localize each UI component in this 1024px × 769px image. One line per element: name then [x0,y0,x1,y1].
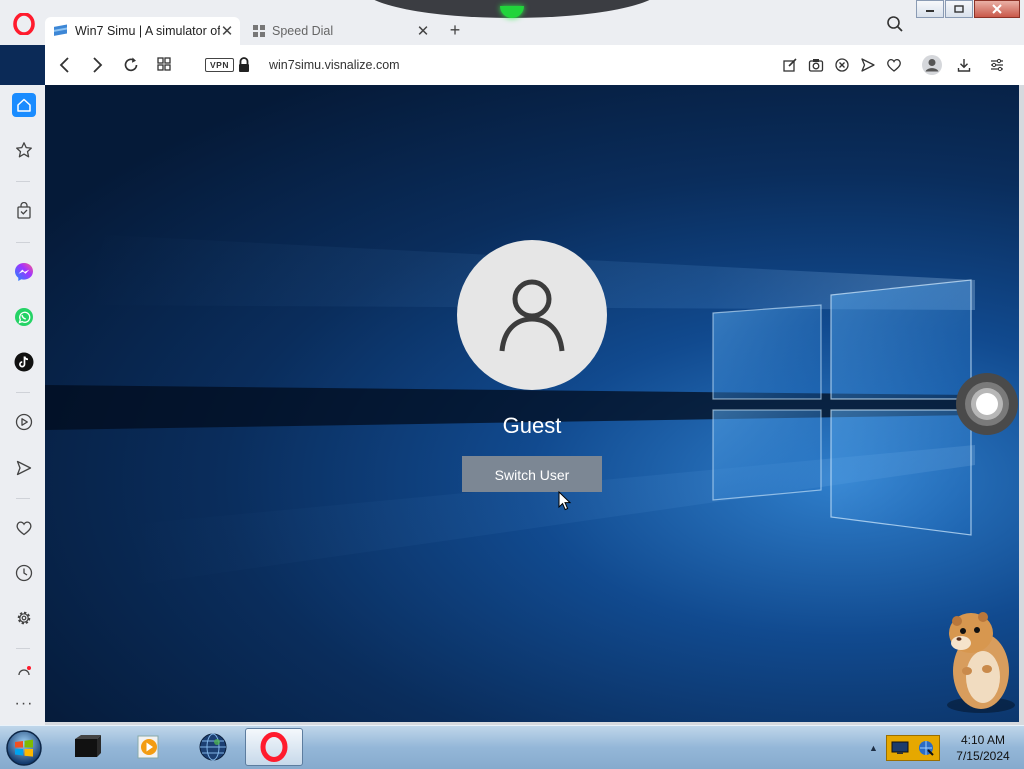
settings-icon [17,611,31,625]
opera-sidebar: ··· [0,85,45,725]
clock[interactable]: 4:10 AM 7/15/2024 [944,732,1022,764]
show-hidden-icons-button[interactable]: ▲ [869,743,878,753]
speed-dial-icon [253,25,265,37]
taskbar-app-media-player[interactable] [120,728,178,766]
close-tab-icon[interactable]: ✕ [220,22,234,40]
sidebar-more[interactable]: ··· [12,692,36,716]
restore-icon [954,5,964,13]
lock-screen: Guest Switch User [45,85,1019,722]
network-icon[interactable] [917,739,935,757]
snapshot-edit-icon[interactable] [782,57,798,73]
heart-icon [16,521,32,536]
home-icon [17,98,31,112]
vpn-badge[interactable]: VPN [205,58,234,72]
tab-overview-button[interactable] [156,56,172,72]
maximize-button[interactable] [945,0,973,18]
user-icon [499,279,565,352]
close-tab-icon[interactable]: ✕ [416,22,430,40]
start-button[interactable] [4,728,44,768]
send-icon [16,460,32,476]
windows-wallpaper [45,235,975,585]
lock-icon[interactable] [237,57,251,73]
download-icon[interactable] [956,57,972,73]
taskbar-app-opera[interactable] [245,728,303,766]
tab-title: Speed Dial [272,24,334,38]
reload-button[interactable] [122,56,140,74]
tab-bar: Win7 Simu | A simulator of ✕ Speed Dial … [0,0,1024,45]
history-icon [15,564,33,582]
window-controls [916,0,1021,18]
sidebar-settings[interactable] [12,606,36,630]
page-border [1019,85,1024,725]
camera-icon[interactable] [808,57,824,73]
sidebar-whatsapp[interactable] [12,305,36,329]
tab-speed-dial[interactable]: Speed Dial ✕ [246,17,436,45]
ad-blocker-icon[interactable] [834,57,850,73]
sidebar-extension[interactable] [12,665,36,675]
terminal-icon [75,735,101,757]
sidebar-bookmarks[interactable] [12,138,36,162]
shopping-icon [17,202,31,219]
url-field[interactable]: win7simu.visnalize.com [269,58,400,72]
extension-icon [18,666,31,675]
forward-button[interactable] [89,56,105,74]
sidebar-messenger[interactable] [12,260,36,284]
reload-icon [124,57,138,72]
user-avatar [457,240,607,390]
send-icon[interactable] [860,57,876,73]
close-icon [992,4,1002,14]
media-player-icon [137,735,159,759]
monitor-icon[interactable] [891,740,909,756]
search-tabs-icon[interactable] [886,15,904,33]
heart-icon[interactable] [886,57,902,73]
clock-time: 4:10 AM [960,733,1006,747]
chevron-right-icon [93,57,103,73]
back-button[interactable] [57,56,73,74]
user-name: Guest [502,413,562,438]
player-icon [15,413,33,431]
mouse-cursor-icon [558,491,572,511]
sidebar-shopping[interactable] [12,199,36,223]
chevron-left-icon [59,57,69,73]
taskbar: ▲ 4:10 AM 7/15/2024 [0,725,1024,769]
sidebar-player[interactable] [12,410,36,434]
switch-user-button[interactable]: Switch User [462,456,602,492]
win7simu-favicon [54,24,67,36]
profile-avatar-icon[interactable] [922,55,942,75]
windows-orb-icon [6,730,42,766]
sidebar-tiktok[interactable] [12,350,36,374]
sidebar-history[interactable] [12,561,36,585]
opera-menu-icon[interactable] [13,13,35,35]
taskbar-app-browser[interactable] [184,728,242,766]
sidebar-home[interactable] [12,93,36,117]
tiktok-icon [14,352,34,372]
address-bar: VPN win7simu.visnalize.com [45,45,1024,86]
messenger-icon [15,263,33,281]
opera-icon [260,732,288,762]
taskbar-app-terminal[interactable] [58,728,116,766]
sidebar-my-flow[interactable] [12,456,36,480]
tab-title: Win7 Simu | A simulator of [75,24,220,38]
tray-icons [886,735,940,761]
close-window-button[interactable] [974,0,1020,18]
sidebar-favorites[interactable] [12,516,36,540]
clock-date: 7/15/2024 [956,749,1010,763]
globe-icon [199,733,227,761]
whatsapp-icon [15,308,33,326]
tab-win7simu[interactable]: Win7 Simu | A simulator of ✕ [45,17,240,45]
bookmarks-icon [16,142,32,158]
easy-setup-icon[interactable] [989,57,1005,73]
hamster-sticker [947,612,1015,713]
system-tray: ▲ 4:10 AM 7/15/2024 [864,727,1024,768]
new-tab-button[interactable]: + [446,18,464,42]
minimize-icon [926,10,934,12]
minimize-button[interactable] [916,0,944,18]
assistive-touch-icon[interactable] [955,372,1019,436]
grid-icon [157,57,171,71]
